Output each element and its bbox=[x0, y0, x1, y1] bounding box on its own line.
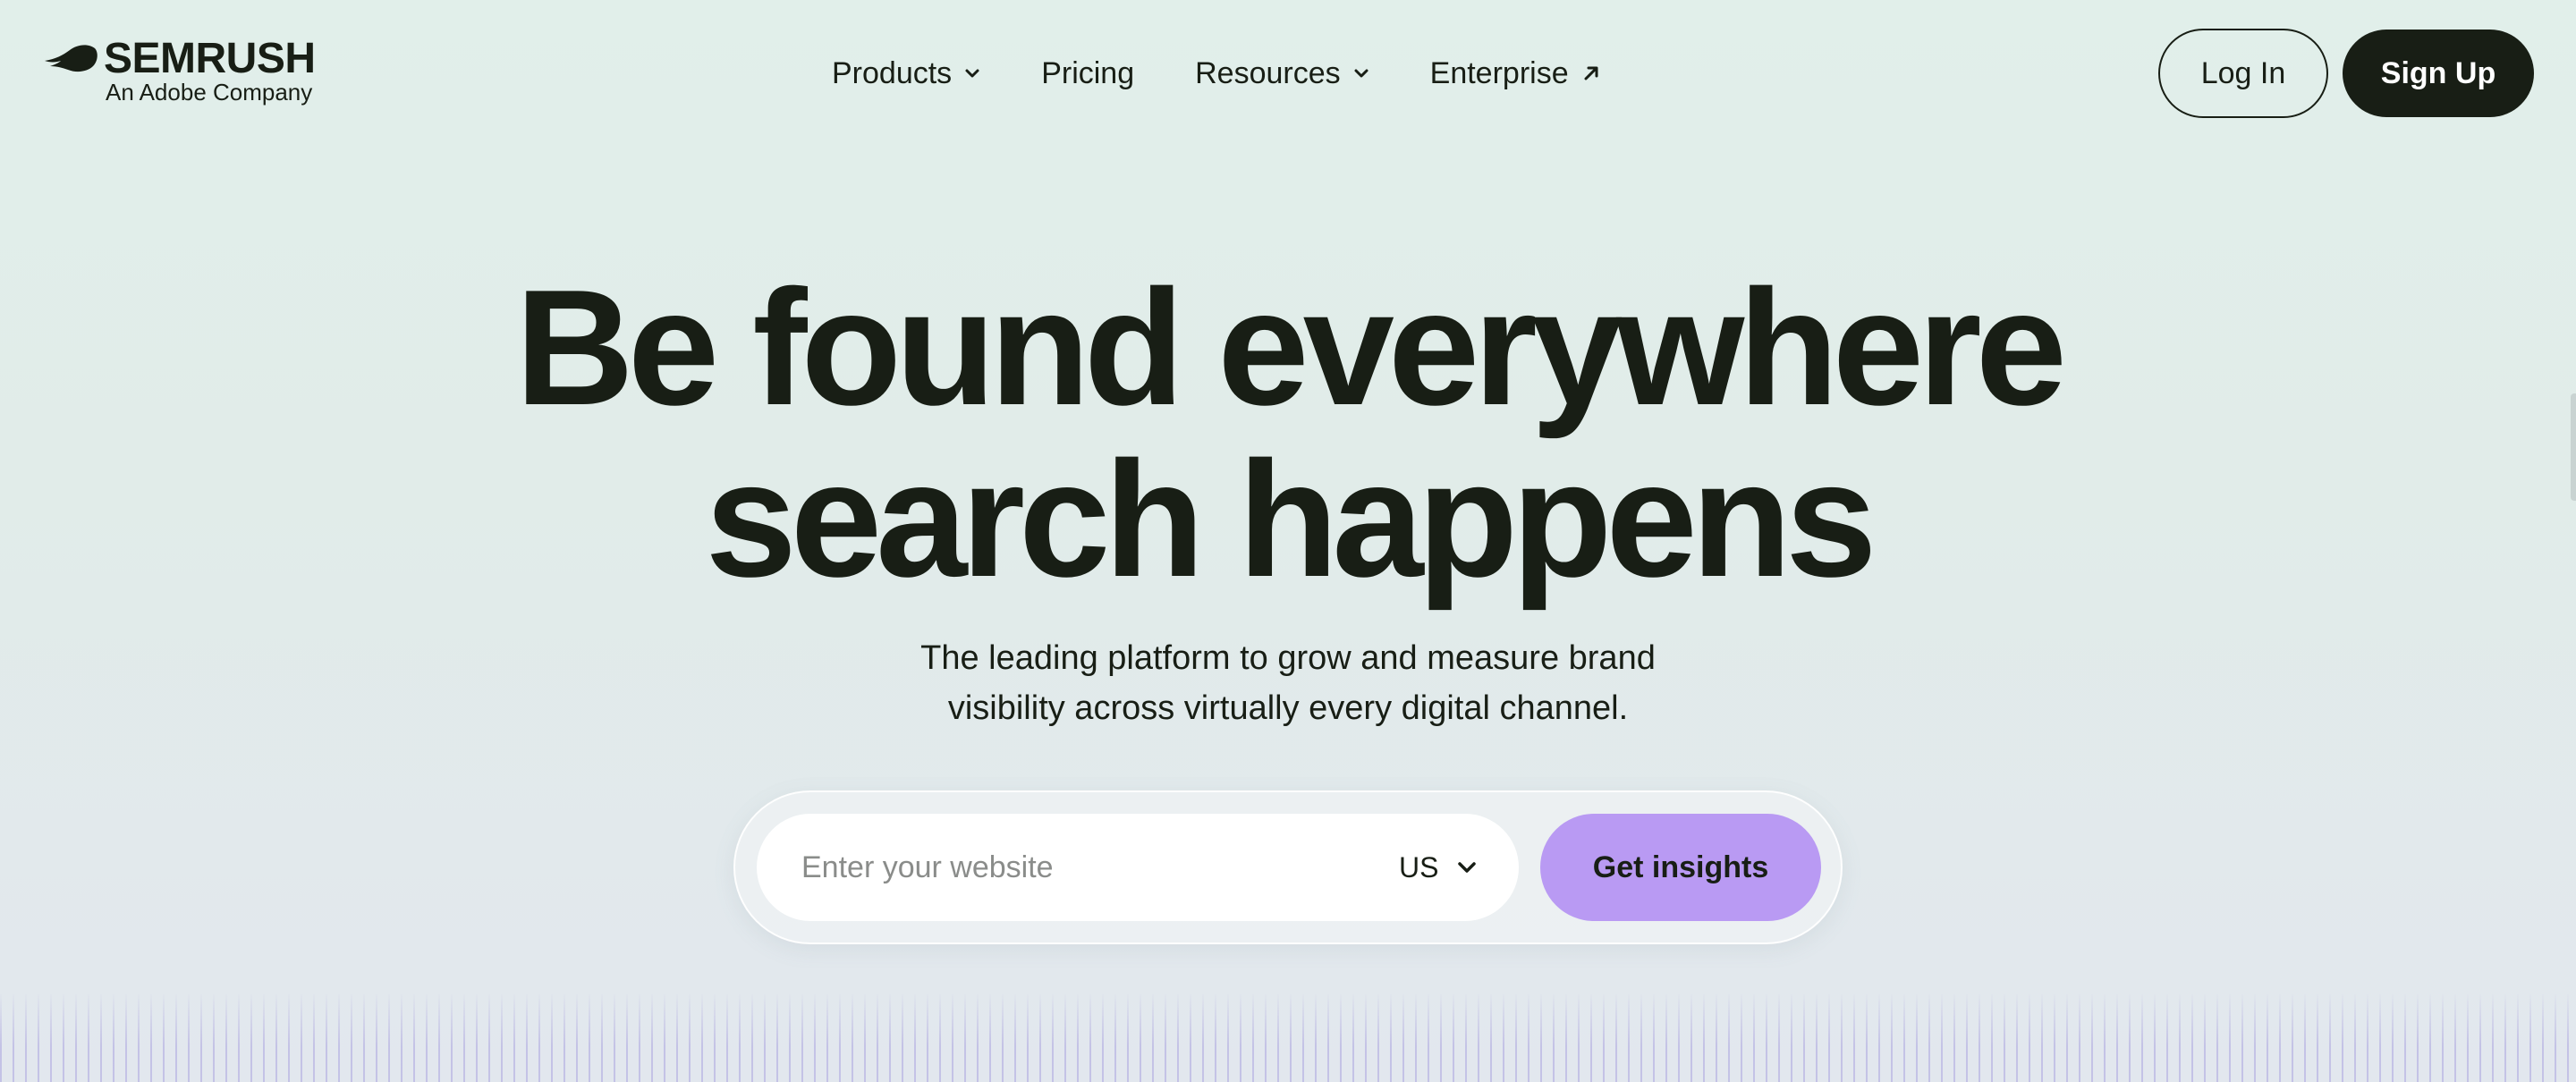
hero-title-line: search happens bbox=[705, 427, 1877, 611]
brand-tagline: An Adobe Company bbox=[106, 79, 313, 106]
hero-title: Be found everywhere search happens bbox=[0, 261, 2576, 604]
nav-item-label: Products bbox=[832, 55, 953, 90]
nav-item-label: Pricing bbox=[1041, 55, 1135, 90]
hero-title-line: Be found everywhere bbox=[514, 255, 2067, 439]
signup-button[interactable]: Sign Up bbox=[2343, 30, 2534, 117]
semrush-logo[interactable]: SEMRUSH An Adobe Company bbox=[43, 36, 329, 107]
chevron-down-icon bbox=[1458, 862, 1477, 873]
nav-item-enterprise[interactable]: Enterprise bbox=[1430, 46, 1601, 100]
main-nav: Products Pricing Resources Enterprise bbox=[832, 46, 1601, 100]
brand-name: SEMRUSH bbox=[104, 35, 316, 82]
get-insights-button[interactable]: Get insights bbox=[1540, 814, 1821, 921]
arrow-up-right-icon bbox=[1584, 66, 1598, 80]
nav-item-label: Resources bbox=[1195, 55, 1341, 90]
hero-subtitle: The leading platform to grow and measure… bbox=[841, 633, 1735, 733]
side-feedback-tab[interactable] bbox=[2571, 393, 2576, 501]
nav-item-label: Enterprise bbox=[1429, 55, 1569, 90]
chevron-down-icon bbox=[965, 69, 979, 78]
login-button[interactable]: Log In bbox=[2158, 29, 2328, 118]
chevron-down-icon bbox=[1354, 69, 1368, 78]
nav-item-resources[interactable]: Resources bbox=[1195, 46, 1369, 100]
website-input[interactable] bbox=[801, 841, 1374, 894]
website-search-form: US Get insights bbox=[733, 790, 1843, 944]
hero-subtitle-line: visibility across virtually every digita… bbox=[947, 689, 1629, 727]
country-select[interactable]: US bbox=[1399, 841, 1488, 894]
site-header: SEMRUSH An Adobe Company Products Pricin… bbox=[0, 0, 2576, 143]
nav-item-pricing[interactable]: Pricing bbox=[1041, 46, 1134, 100]
nav-item-products[interactable]: Products bbox=[832, 46, 980, 100]
hero-subtitle-line: The leading platform to grow and measure… bbox=[920, 639, 1656, 677]
country-select-value: US bbox=[1399, 850, 1439, 883]
search-field-container: US bbox=[757, 814, 1519, 921]
decorative-stripes bbox=[0, 993, 2576, 1082]
semrush-flame-icon bbox=[45, 45, 97, 72]
